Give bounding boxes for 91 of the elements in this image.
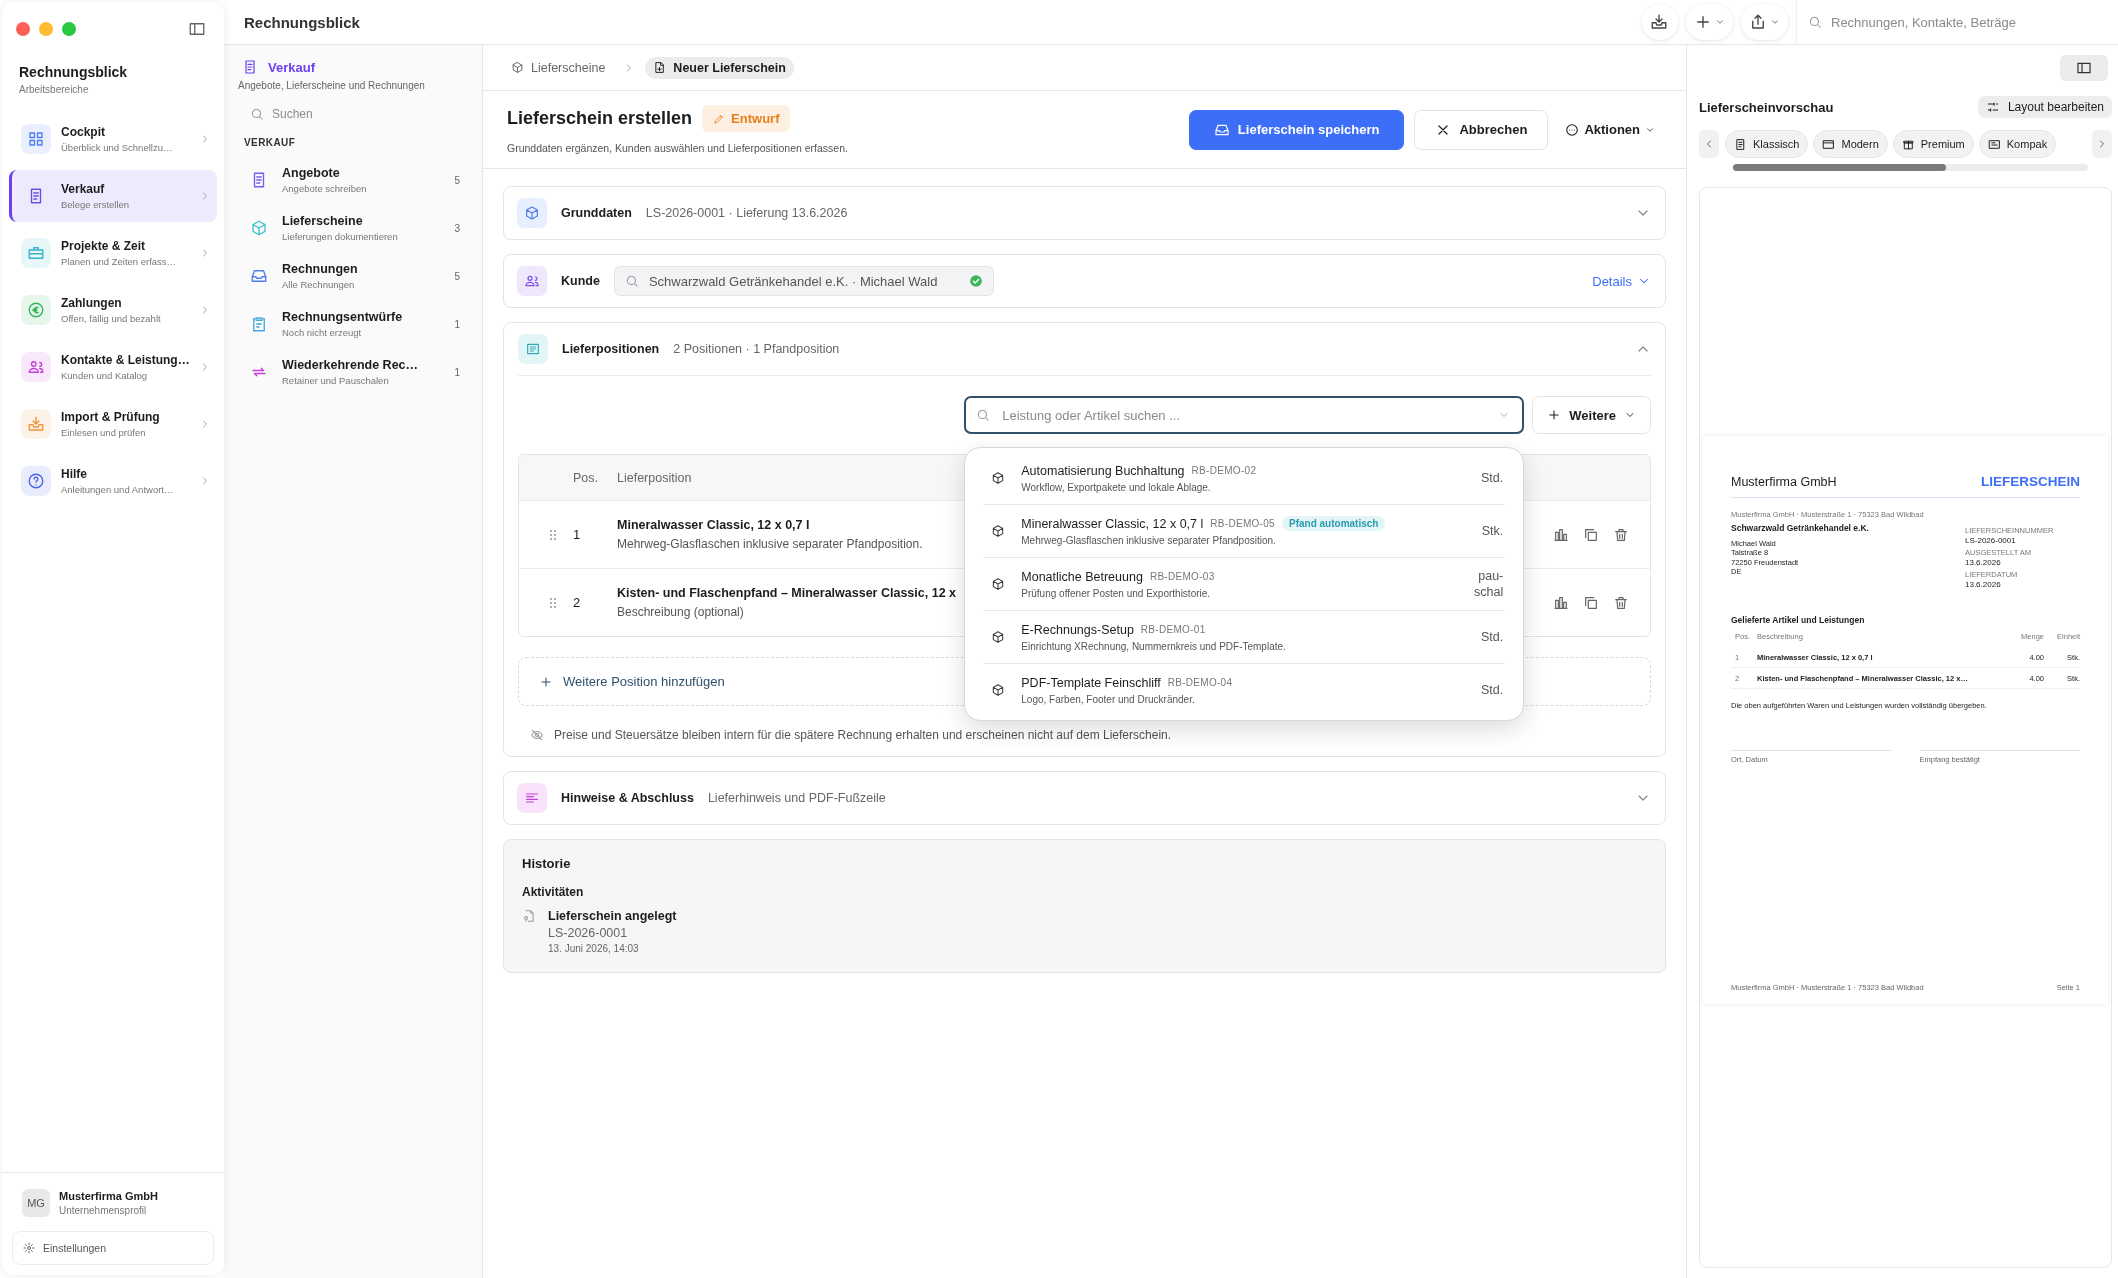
option-unit: Std.	[1480, 681, 1504, 699]
nav-item-subtitle: Einlesen und prüfen	[61, 427, 147, 438]
activity-reference: LS-2026-0001	[548, 926, 629, 940]
page-subtitle: Grunddaten ergänzen, Kunden auswählen und Lieferpositionen erfassen.	[507, 142, 848, 154]
page-title: Lieferschein erstellen	[507, 108, 693, 129]
info-note: Preise und Steuersätze bleiben intern für die spätere Rechnung erhalten und erscheinen nicht auf dem Lieferschein.	[554, 728, 1172, 742]
option-code: RB-DEMO-02	[1191, 465, 1257, 476]
option-tag: Pfand automatisch	[1281, 516, 1386, 531]
subnav-item-subtitle: Angebote schreiben	[282, 183, 368, 194]
item-title: Mineralwasser Classic, 12 x 0,7 l	[617, 518, 811, 532]
history-subtitle: Aktivitäten	[522, 885, 585, 899]
recipient-name: Schwarzwald Getränkehandel e.K.	[1731, 523, 1870, 533]
item-title: Kisten- und Flaschenpfand – Mineralwasser Classic, 12 x	[617, 586, 956, 600]
option-title: PDF-Template Feinschliff	[1021, 675, 1161, 690]
nav-item-label: Verkauf	[61, 182, 106, 196]
nav-item-subtitle: Überblick und Schnellzu…	[61, 142, 174, 153]
option-unit: Stk.	[1480, 522, 1504, 540]
nav-item-label: Zahlungen	[61, 296, 123, 310]
nav-item-label: Hilfe	[61, 467, 88, 481]
panel-title: Lieferscheinvorschau	[1699, 99, 1834, 115]
option-code: RB-DEMO-03	[1149, 571, 1215, 582]
subnav-item-label: Lieferscheine	[282, 214, 364, 228]
meta-value: LS-2026-0001	[1965, 536, 2017, 545]
option-description: Prüfung offener Posten und Exporthistorie.	[1021, 587, 1212, 599]
column-header: Lieferposition	[616, 470, 692, 485]
nav-item-subtitle: Offen, fällig und bezahlt	[61, 313, 162, 324]
meta-value: 13.6.2026	[1965, 580, 2002, 589]
nav-item-subtitle: Planen und Zeiten erfass…	[61, 256, 178, 267]
company-name: Musterfirma GmbH	[59, 1190, 160, 1202]
sidebar-title: Rechnungsblick	[19, 64, 129, 80]
section-title: Kunde	[561, 274, 600, 288]
section-summary: 2 Positionen · 1 Pfandposition	[673, 342, 840, 356]
item-count: 3	[454, 222, 460, 234]
option-code: RB-DEMO-01	[1140, 624, 1206, 635]
document-type: LIEFERSCHEIN	[1981, 474, 2080, 489]
item-count: 1	[454, 366, 460, 378]
subnav-item-label: Rechnungsentwürfe	[282, 310, 404, 324]
group-heading: VERKAUF	[243, 136, 297, 150]
subnav-item-label: Wiederkehrende Rec…	[282, 358, 420, 372]
nav-item-subtitle: Belege erstellen	[61, 199, 131, 210]
section-summary: Lieferhinweis und PDF-Fußzeile	[707, 791, 886, 805]
nav-item-label: Import & Prüfung	[61, 410, 161, 424]
section-title: Verkauf	[268, 59, 315, 75]
sidebar-subtitle: Arbeitsbereiche	[19, 84, 90, 95]
subnav-item-label: Angebote	[282, 166, 341, 180]
section-title: Lieferpositionen	[562, 342, 660, 356]
option-description: Einrichtung XRechnung, Nummernkreis und PDF-Template.	[1021, 640, 1287, 652]
nav-item-label: Projekte & Zeit	[61, 239, 147, 253]
option-description: Workflow, Exportpakete und lokale Ablage.	[1021, 481, 1212, 493]
profile-subtitle: Unternehmensprofil	[59, 1205, 148, 1216]
section-title: Hinweise & Abschluss	[561, 791, 694, 805]
option-description: Logo, Farben, Footer und Druckränder.	[1021, 693, 1196, 705]
option-code: RB-DEMO-05	[1210, 518, 1275, 529]
avatar-initials: MG	[22, 1189, 50, 1217]
item-count: 5	[454, 270, 460, 282]
nav-item-label: Cockpit	[61, 125, 106, 139]
item-description: Beschreibung (optional)	[617, 605, 745, 619]
subnav-item-subtitle: Alle Rechnungen	[282, 279, 356, 290]
document-heading: Gelieferte Artikel und Leistungen	[1731, 615, 1866, 625]
section-title: Grunddaten	[561, 206, 632, 220]
item-count: 1	[454, 318, 460, 330]
subnav-item-label: Rechnungen	[282, 262, 359, 276]
history-title: Historie	[522, 856, 572, 871]
section-subtitle: Angebote, Lieferscheine und Rechnungen	[238, 80, 426, 91]
item-count: 5	[454, 174, 460, 186]
subnav-item-subtitle: Noch nicht erzeugt	[282, 327, 363, 338]
table-cell-text: 2	[572, 595, 582, 610]
option-code: RB-DEMO-04	[1167, 677, 1233, 688]
option-title: Mineralwasser Classic, 12 x 0,7 l	[1021, 516, 1204, 531]
activity-title: Lieferschein angelegt	[548, 909, 678, 923]
option-unit: Std.	[1480, 628, 1504, 646]
nav-item-subtitle: Kunden und Katalog	[61, 370, 149, 381]
option-unit: pau-schal	[1473, 567, 1504, 601]
nav-item-label: Kontakte & Leistung…	[61, 353, 189, 367]
item-description: Mehrweg-Glasflaschen inklusive separater Pfandposition.	[617, 537, 923, 551]
option-title: Automatisierung Buchhaltung	[1021, 463, 1185, 478]
option-title: Monatliche Betreuung	[1021, 569, 1143, 584]
option-title: E-Rechnungs-Setup	[1021, 622, 1134, 637]
meta-value: 13.6.2026	[1965, 558, 2002, 567]
activity-time: 13. Juni 2026, 14:03	[548, 943, 640, 954]
nav-item-subtitle: Anleitungen und Antwort…	[61, 484, 175, 495]
table-cell-text: 1	[572, 527, 582, 542]
window-title: Rechnungsblick	[244, 13, 360, 31]
section-summary: LS-2026-0001 · Lieferung 13.6.2026	[645, 206, 848, 220]
status-badge: Entwurf	[702, 105, 791, 132]
subnav-item-subtitle: Lieferungen dokumentieren	[282, 231, 399, 242]
document-company: Musterfirma GmbH	[1731, 474, 1837, 489]
option-description: Mehrweg-Glasflaschen inklusive separater Pfandposition.	[1021, 535, 1277, 546]
subnav-item-subtitle: Retainer und Pauschalen	[282, 375, 390, 386]
column-header: Pos.	[572, 470, 599, 485]
option-unit: Std.	[1480, 469, 1504, 487]
